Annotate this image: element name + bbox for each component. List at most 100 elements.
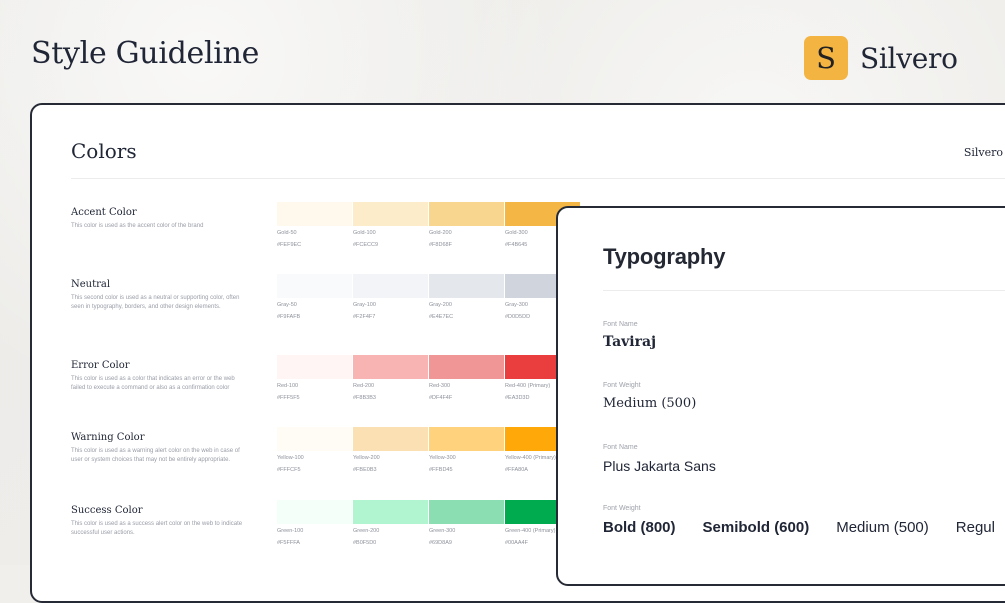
swatch-name: Yellow-100 bbox=[277, 455, 304, 461]
neutral-color-copy: Neutral This second color is used as a n… bbox=[71, 279, 249, 313]
swatch-name: Red-100 bbox=[277, 383, 299, 389]
swatch-hex: #FEF9EC bbox=[277, 241, 302, 248]
swatch-color bbox=[429, 355, 504, 379]
swatch-red-100: Red-100 #FFF5F5 bbox=[277, 355, 352, 401]
swatch-hex: #F5FFFA bbox=[277, 539, 300, 546]
swatch-name: Gray-50 bbox=[277, 302, 297, 308]
swatch-hex: #FCECC9 bbox=[353, 241, 379, 248]
swatch-gray-50: Gray-50 #F9FAFB bbox=[277, 274, 352, 320]
weight-semibold-600: Semibold (600) bbox=[702, 519, 810, 536]
font-weight-label-2: Font Weight bbox=[603, 505, 641, 512]
swatch-hex: #FFF5F5 bbox=[277, 394, 300, 401]
swatch-color bbox=[353, 355, 428, 379]
font-weight-label-1: Font Weight bbox=[603, 382, 641, 389]
typography-panel: Typography Font Name Taviraj Font Weight… bbox=[556, 206, 1005, 586]
page-title: Style Guideline bbox=[31, 36, 260, 71]
swatch-name: Gold-100 bbox=[353, 230, 376, 236]
warning-color-swatches: Yellow-100 #FFFCF5 Yellow-200 #FBE0B3 Ye… bbox=[277, 427, 581, 473]
swatch-green-100: Green-100 #F5FFFA bbox=[277, 500, 352, 546]
brand-name: Silvero bbox=[860, 41, 958, 75]
typography-divider bbox=[603, 290, 1005, 291]
swatch-color bbox=[277, 355, 352, 379]
swatch-gray-200: Gray-200 #E4E7EC bbox=[429, 274, 504, 320]
swatch-color bbox=[277, 427, 352, 451]
swatch-color bbox=[429, 427, 504, 451]
section-description: This color is used as the accent color o… bbox=[71, 223, 204, 229]
swatch-hex: #E4E7EC bbox=[429, 313, 454, 320]
swatch-name: Gold-50 bbox=[277, 230, 297, 236]
accent-color-swatches: Gold-50 #FEF9EC Gold-100 #FCECC9 Gold-20… bbox=[277, 202, 581, 248]
section-title: Accent Color bbox=[71, 207, 137, 218]
weight-medium-500: Medium (500) bbox=[836, 519, 929, 536]
swatch-name: Green-100 bbox=[277, 528, 304, 534]
swatch-hex: #B0F5D0 bbox=[353, 539, 377, 546]
section-title: Success Color bbox=[71, 505, 143, 516]
accent-color-copy: Accent Color This color is used as the a… bbox=[71, 207, 249, 231]
colors-divider bbox=[71, 178, 1005, 179]
font-name-plus-jakarta-sans: Plus Jakarta Sans bbox=[603, 458, 716, 474]
swatch-red-300: Red-300 #DF4F4F bbox=[429, 355, 504, 401]
swatch-hex: #FFFCF5 bbox=[277, 466, 301, 473]
accent-color-section: Accent Color This color is used as the a… bbox=[71, 202, 591, 277]
swatch-yellow-200: Yellow-200 #FBE0B3 bbox=[353, 427, 428, 473]
error-color-section: Error Color This color is used as a colo… bbox=[71, 355, 591, 430]
font-weight-samples: Bold (800) Semibold (600) Medium (500) R… bbox=[603, 519, 995, 537]
section-description: This color is used as a success alert co… bbox=[71, 521, 243, 537]
swatch-gold-50: Gold-50 #FEF9EC bbox=[277, 202, 352, 248]
swatch-color bbox=[277, 274, 352, 298]
swatch-name: Gray-200 bbox=[429, 302, 452, 308]
font-name-label-2: Font Name bbox=[603, 444, 638, 451]
swatch-gold-200: Gold-200 #F8D68F bbox=[429, 202, 504, 248]
success-color-swatches: Green-100 #F5FFFA Green-200 #B0F5D0 Gree… bbox=[277, 500, 581, 546]
warning-color-copy: Warning Color This color is used as a wa… bbox=[71, 432, 249, 466]
swatch-hex: #F8D68F bbox=[429, 241, 452, 248]
swatch-green-300: Green-300 #69D8A9 bbox=[429, 500, 504, 546]
swatch-name: Red-300 bbox=[429, 383, 451, 389]
swatch-color bbox=[429, 202, 504, 226]
section-description: This color is used as a warning alert co… bbox=[71, 448, 240, 464]
font-weight-medium-500: Medium (500) bbox=[603, 396, 697, 411]
typography-heading: Typography bbox=[603, 244, 726, 269]
neutral-color-section: Neutral This second color is used as a n… bbox=[71, 274, 591, 349]
swatch-name: Gold-200 bbox=[429, 230, 452, 236]
swatch-hex: #DF4F4F bbox=[429, 394, 453, 401]
section-title: Warning Color bbox=[71, 432, 145, 443]
swatch-yellow-300: Yellow-300 #FFBD45 bbox=[429, 427, 504, 473]
swatch-name: Red-200 bbox=[353, 383, 375, 389]
swatch-name: Gray-100 bbox=[353, 302, 376, 308]
weight-bold-800: Bold (800) bbox=[603, 519, 676, 536]
swatch-color bbox=[429, 500, 504, 524]
swatch-hex: #F9FAFB bbox=[277, 313, 301, 320]
font-name-label-1: Font Name bbox=[603, 321, 638, 328]
section-title: Error Color bbox=[71, 360, 130, 371]
swatch-name: Green-300 bbox=[429, 528, 456, 534]
swatch-hex: #FBE0B3 bbox=[353, 466, 377, 473]
weight-regular-partial: Regul bbox=[955, 519, 995, 536]
warning-color-section: Warning Color This color is used as a wa… bbox=[71, 427, 591, 502]
swatch-color bbox=[277, 202, 352, 226]
section-title: Neutral bbox=[71, 279, 111, 290]
swatch-color bbox=[353, 274, 428, 298]
swatch-name: Yellow-200 bbox=[353, 455, 380, 461]
brand-mark-icon: S bbox=[804, 36, 848, 80]
swatch-red-200: Red-200 #F8B3B3 bbox=[353, 355, 428, 401]
swatch-color bbox=[277, 500, 352, 524]
brand-lockup: S Silvero bbox=[804, 36, 958, 80]
swatch-gold-100: Gold-100 #FCECC9 bbox=[353, 202, 428, 248]
success-color-copy: Success Color This color is used as a su… bbox=[71, 505, 249, 539]
neutral-color-swatches: Gray-50 #F9FAFB Gray-100 #F2F4F7 Gray-20… bbox=[277, 274, 581, 320]
swatch-name: Green-200 bbox=[353, 528, 380, 534]
swatch-green-200: Green-200 #B0F5D0 bbox=[353, 500, 428, 546]
swatch-name: Yellow-300 bbox=[429, 455, 456, 461]
swatch-color bbox=[429, 274, 504, 298]
swatch-color bbox=[353, 500, 428, 524]
swatch-hex: #69D8A9 bbox=[429, 539, 452, 546]
swatch-color bbox=[353, 202, 428, 226]
colors-brand-name: Silvero bbox=[963, 146, 1003, 159]
colors-heading: Colors bbox=[71, 139, 137, 163]
swatch-hex: #F2F4F7 bbox=[353, 313, 376, 320]
section-description: This second color is used as a neutral o… bbox=[71, 295, 240, 311]
font-name-taviraj: Taviraj bbox=[603, 334, 657, 350]
swatch-gray-100: Gray-100 #F2F4F7 bbox=[353, 274, 428, 320]
section-description: This color is used as a color that indic… bbox=[71, 376, 235, 392]
